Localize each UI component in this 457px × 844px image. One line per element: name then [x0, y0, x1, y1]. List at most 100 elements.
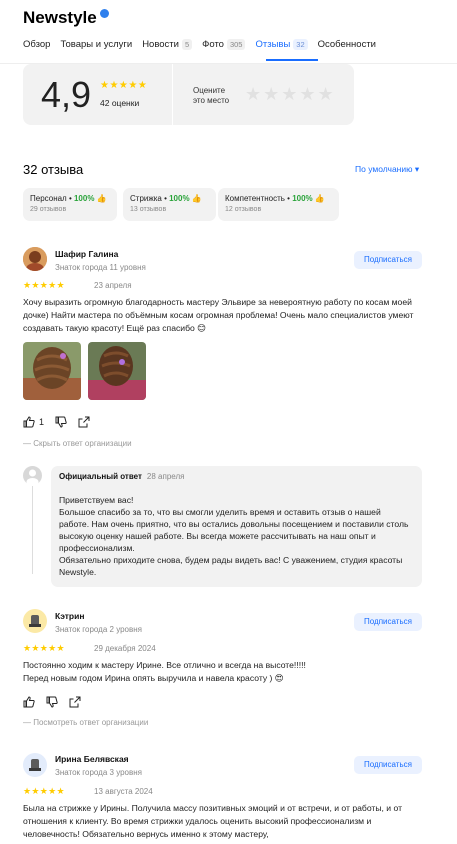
tab-count: 305 — [226, 39, 246, 50]
tab-features[interactable]: Особенности — [318, 39, 376, 50]
tab-count: 5 — [181, 39, 193, 50]
thumbs-down-icon[interactable] — [55, 416, 67, 428]
aspect-percent: 100% — [73, 194, 95, 203]
like-button[interactable]: 1 — [23, 416, 44, 428]
review-stars: ★★★★★ — [23, 643, 65, 653]
reviews-count-title: 32 отзыва — [23, 162, 84, 177]
like-count: 1 — [39, 417, 45, 427]
reviewer-avatar[interactable] — [23, 247, 47, 271]
sort-dropdown[interactable]: По умолчанию ▾ — [355, 164, 419, 175]
tab-photos[interactable]: Фото 305 — [202, 39, 246, 50]
aspect-chip-haircut[interactable]: Стрижка • 100% 👍 13 отзывов — [123, 188, 216, 221]
rate-prompt-line: Оцените — [193, 86, 226, 95]
card-divider — [172, 64, 173, 125]
business-name: Newstyle — [23, 8, 97, 27]
aspect-label: Компетентность • 100% 👍 — [225, 194, 325, 203]
rating-summary-card: 4,9 ★★★★★ 42 оценки Оцените это место ★★… — [23, 64, 354, 125]
reviewer-name[interactable]: Шафир Галина — [55, 249, 118, 259]
tab-products[interactable]: Товары и услуги — [60, 39, 132, 50]
org-avatar — [23, 466, 42, 486]
answer-line: Приветствуем вас! — [59, 495, 134, 505]
avatar-figure-icon — [23, 609, 47, 633]
aspect-percent: 100% — [169, 194, 190, 203]
tab-count: 32 — [293, 39, 308, 50]
rate-prompt: Оцените это место — [193, 86, 229, 106]
review-date: 29 декабря 2024 — [94, 644, 156, 653]
reviewer-level: Знаток города 2 уровня — [55, 625, 143, 634]
reviewer-level: Знаток города 3 уровня — [55, 768, 143, 777]
aspect-label: Стрижка • 100% 👍 — [130, 194, 202, 203]
review-text-line: Перед новым годом Ирина опять выручила и… — [23, 673, 284, 683]
braids-photo-icon — [88, 342, 146, 400]
aspect-label: Персонал • 100% 👍 — [30, 194, 107, 203]
average-rating: 4,9 — [41, 74, 92, 115]
aspect-chip-competence[interactable]: Компетентность • 100% 👍 12 отзывов — [218, 188, 339, 221]
official-answer-text: Приветствуем вас! Большое спасибо за то,… — [59, 494, 409, 578]
reviewer-level: Знаток города 11 уровня — [55, 263, 146, 272]
org-logo-icon — [26, 469, 39, 486]
thumbs-up-icon: 👍 — [314, 194, 325, 203]
answer-line: Обязательно приходите снова, будем рады … — [59, 555, 403, 577]
review-actions: 1 — [23, 416, 90, 428]
thread-line — [32, 486, 33, 574]
tab-label: Фото — [202, 39, 224, 50]
review-text-line: Постоянно ходим к мастеру Ирине. Все отл… — [23, 660, 306, 670]
official-answer-label: Официальный ответ — [59, 472, 142, 481]
thumbs-up-icon — [23, 416, 35, 428]
thumbs-up-icon[interactable] — [23, 696, 35, 708]
subscribe-button[interactable]: Подписаться — [354, 613, 422, 631]
review-date: 13 августа 2024 — [94, 787, 153, 796]
page-title: Newstyle — [23, 8, 109, 28]
review-stars: ★★★★★ — [23, 786, 65, 796]
show-org-answer-link[interactable]: — Посмотреть ответ организации — [23, 718, 148, 727]
aspect-count: 29 отзывов — [30, 206, 67, 213]
review-stars: ★★★★★ — [23, 280, 65, 290]
thumbs-down-icon[interactable] — [46, 696, 58, 708]
aspect-percent: 100% — [292, 194, 313, 203]
official-answer-date: 28 апреля — [146, 472, 185, 481]
review-actions — [23, 696, 81, 708]
reviewer-avatar[interactable] — [23, 609, 47, 633]
subscribe-button[interactable]: Подписаться — [354, 251, 422, 269]
review-text: Была на стрижке у Ирины. Получила массу … — [23, 803, 403, 839]
hide-org-answer-link[interactable]: — Скрыть ответ организации — [23, 439, 132, 448]
aspect-name: Стрижка — [130, 194, 162, 203]
tab-bar: Обзор Товары и услуги Новости 5 Фото 305 О… — [23, 39, 386, 50]
verified-icon — [99, 9, 109, 18]
official-answer: Официальный ответ 28 апреля Приветствуем … — [51, 466, 422, 587]
braids-photo-icon — [23, 342, 81, 400]
reviewer-name[interactable]: Ирина Белявская — [55, 754, 129, 764]
official-answer-header: Официальный ответ 28 апреля — [59, 472, 184, 481]
tab-news[interactable]: Новости 5 — [142, 39, 193, 50]
active-tab-indicator — [266, 59, 318, 61]
avatar-photo-icon — [23, 247, 47, 271]
review-text: Хочу выразить огромную благодарность мас… — [23, 297, 414, 333]
thumbs-up-icon: 👍 — [96, 194, 107, 203]
reviewer-avatar[interactable] — [23, 753, 47, 777]
share-icon[interactable] — [69, 696, 81, 708]
subscribe-button[interactable]: Подписаться — [354, 756, 422, 774]
aspect-chip-staff[interactable]: Персонал • 100% 👍 29 отзывов — [23, 188, 117, 221]
tab-label: Новости — [142, 39, 179, 50]
aspect-count: 13 отзывов — [130, 206, 167, 213]
tab-label: Отзывы — [255, 39, 291, 50]
ratings-count: 42 оценки — [100, 98, 140, 108]
aspect-name: Персонал — [30, 194, 67, 203]
rating-stars: ★★★★★ — [100, 80, 148, 91]
page-header: Newstyle Обзор Товары и услуги Новости 5 … — [0, 0, 457, 64]
answer-line: Большое спасибо за то, что вы смогли уде… — [59, 507, 409, 553]
review-photo[interactable] — [23, 342, 81, 400]
tab-reviews[interactable]: Отзывы 32 — [255, 39, 308, 50]
review-date: 23 апреля — [94, 281, 132, 290]
thumbs-up-icon: 👍 — [191, 194, 202, 203]
tab-label: Обзор — [23, 39, 51, 50]
aspect-name: Компетентность — [225, 194, 285, 203]
share-icon[interactable] — [78, 416, 90, 428]
review-photo[interactable] — [88, 342, 146, 400]
reviewer-name[interactable]: Кэтрин — [55, 611, 84, 621]
tab-overview[interactable]: Обзор — [23, 39, 50, 50]
rate-stars-input[interactable]: ★★★★★ — [245, 84, 336, 105]
avatar-figure-icon — [23, 753, 47, 777]
review-text: Постоянно ходим к мастеру Ирине. Все отл… — [23, 659, 427, 685]
aspect-count: 12 отзывов — [225, 206, 262, 213]
